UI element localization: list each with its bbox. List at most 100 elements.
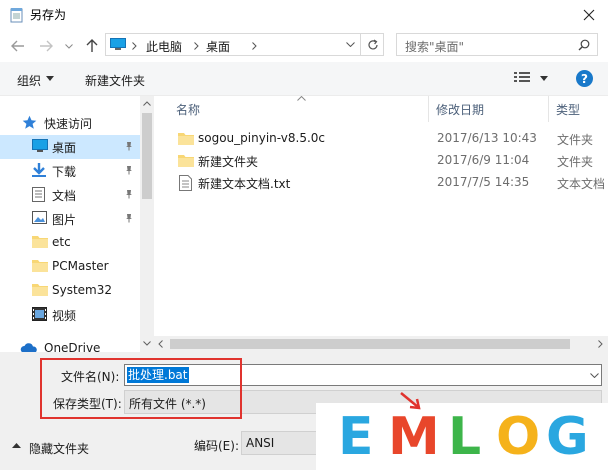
folder-icon (178, 132, 194, 146)
new-folder-button[interactable]: 新建文件夹 (85, 72, 145, 89)
sidebar-quick-access[interactable]: 快速访问 (0, 111, 140, 135)
text-file-icon (179, 175, 192, 191)
arrow-right-icon (40, 40, 53, 52)
encoding-value: ANSI (246, 436, 275, 450)
refresh-icon (367, 38, 378, 49)
close-icon (583, 9, 595, 21)
address-history-button[interactable] (342, 36, 358, 53)
column-header-type[interactable]: 类型 (556, 101, 580, 118)
sidebar-item-label: 图片 (52, 213, 77, 227)
file-modified: 2017/7/5 14:35 (437, 175, 530, 189)
title-bar (0, 0, 608, 30)
sidebar-item-label: 文档 (52, 189, 77, 203)
recent-locations-button[interactable] (62, 38, 76, 54)
sidebar-item-desktop[interactable]: 桌面 (0, 135, 140, 159)
column-header-modified[interactable]: 修改日期 (436, 101, 484, 118)
file-list: 名称 修改日期 类型 sogou_pinyin-v8.5.0c 2017/6/1… (154, 96, 608, 336)
file-type: 文件夹 (557, 133, 594, 147)
sidebar-item-system32[interactable]: System32 (0, 279, 140, 303)
table-row[interactable]: sogou_pinyin-v8.5.0c 2017/6/13 10:43 文件夹 (154, 128, 608, 150)
pin-icon[interactable] (124, 141, 134, 151)
window-title: 另存为 (30, 8, 67, 22)
encoding-select[interactable]: ANSI (241, 431, 321, 455)
watermark-letter: G (546, 407, 589, 467)
pin-icon[interactable] (124, 213, 134, 223)
folder-icon (32, 235, 48, 249)
caret-down-icon (46, 76, 54, 81)
up-button[interactable] (82, 36, 102, 56)
search-input[interactable]: 搜索"桌面" (405, 38, 464, 55)
caret-down-icon[interactable] (540, 76, 548, 81)
watermark-letter: O (496, 407, 541, 467)
picture-icon (32, 211, 47, 224)
breadcrumb-this-pc[interactable]: 此电脑 (146, 38, 182, 55)
download-icon (32, 163, 46, 178)
scroll-thumb[interactable] (142, 113, 152, 199)
breadcrumb-separator-icon (194, 42, 199, 50)
back-button[interactable] (8, 36, 28, 56)
this-pc-icon (110, 38, 126, 51)
column-header-name[interactable]: 名称 (176, 101, 200, 118)
svg-text:?: ? (581, 72, 588, 86)
watermark-letter: L (448, 407, 482, 467)
search-box[interactable]: 搜索"桌面" (396, 33, 598, 56)
sidebar-item-label: System32 (52, 283, 113, 297)
file-name: sogou_pinyin-v8.5.0c (198, 131, 325, 145)
table-row[interactable]: 新建文本文档.txt 2017/7/5 14:35 文本文档 (154, 172, 608, 194)
sidebar-item-label: 桌面 (52, 141, 77, 155)
video-icon (32, 307, 47, 321)
search-icon[interactable] (578, 39, 590, 51)
refresh-button[interactable] (364, 36, 381, 53)
pin-icon[interactable] (124, 165, 134, 175)
sidebar-item-downloads[interactable]: 下载 (0, 159, 140, 183)
help-icon: ? (576, 70, 593, 87)
forward-button[interactable] (36, 36, 56, 56)
table-row[interactable]: 新建文件夹 2017/6/9 11:04 文件夹 (154, 150, 608, 172)
folder-icon (178, 154, 194, 168)
sidebar-item-videos[interactable]: 视频 (0, 303, 140, 327)
breadcrumb-desktop[interactable]: 桌面 (206, 38, 230, 55)
address-bar[interactable]: 此电脑 桌面 (105, 33, 384, 56)
breadcrumb-separator-icon (252, 42, 257, 50)
sidebar-item-label: 下载 (52, 165, 77, 179)
organize-button[interactable]: 组织 (17, 72, 41, 89)
watermark-letter: E (338, 407, 374, 467)
chevron-up-icon[interactable] (12, 443, 21, 448)
scroll-down-icon[interactable] (143, 341, 151, 346)
file-list-horizontal-scrollbar[interactable] (154, 336, 608, 352)
watermark-letter: M (388, 407, 440, 467)
watermark: E M L O G (316, 392, 608, 470)
chevron-down-icon[interactable] (590, 373, 599, 378)
sidebar-item-pictures[interactable]: 图片 (0, 207, 140, 231)
file-name: 新建文件夹 (198, 155, 259, 169)
encoding-label: 编码(E): (194, 439, 239, 453)
chevron-down-icon (65, 43, 73, 49)
scroll-up-icon[interactable] (143, 101, 151, 106)
sidebar-item-documents[interactable]: 文档 (0, 183, 140, 207)
file-name: 新建文本文档.txt (198, 177, 291, 191)
scroll-right-icon[interactable] (598, 340, 603, 348)
scroll-left-icon[interactable] (158, 340, 163, 348)
scroll-thumb[interactable] (170, 339, 570, 349)
view-options-button[interactable] (514, 71, 530, 84)
file-type: 文本文档 (557, 177, 606, 191)
help-button[interactable]: ? (576, 70, 593, 87)
cloud-icon (20, 343, 38, 352)
sidebar-item-onedrive[interactable]: OneDrive (0, 337, 140, 352)
document-icon (32, 187, 45, 202)
sidebar-item-pcmaster[interactable]: PCMaster (0, 255, 140, 279)
navigation-pane-scrollbar[interactable] (140, 96, 154, 352)
sidebar-item-etc[interactable]: etc (0, 231, 140, 255)
hide-folders-button[interactable]: 隐藏文件夹 (29, 440, 89, 457)
chevron-down-icon (345, 42, 355, 47)
column-divider[interactable] (428, 96, 429, 122)
folder-icon (32, 283, 48, 297)
pin-icon[interactable] (124, 189, 134, 199)
arrow-left-icon (11, 40, 24, 52)
folder-icon (32, 259, 48, 273)
column-divider[interactable] (548, 96, 549, 122)
sidebar-item-label: etc (52, 235, 71, 249)
file-type: 文件夹 (557, 155, 594, 169)
arrow-up-icon (86, 39, 98, 52)
close-button[interactable] (572, 1, 606, 29)
